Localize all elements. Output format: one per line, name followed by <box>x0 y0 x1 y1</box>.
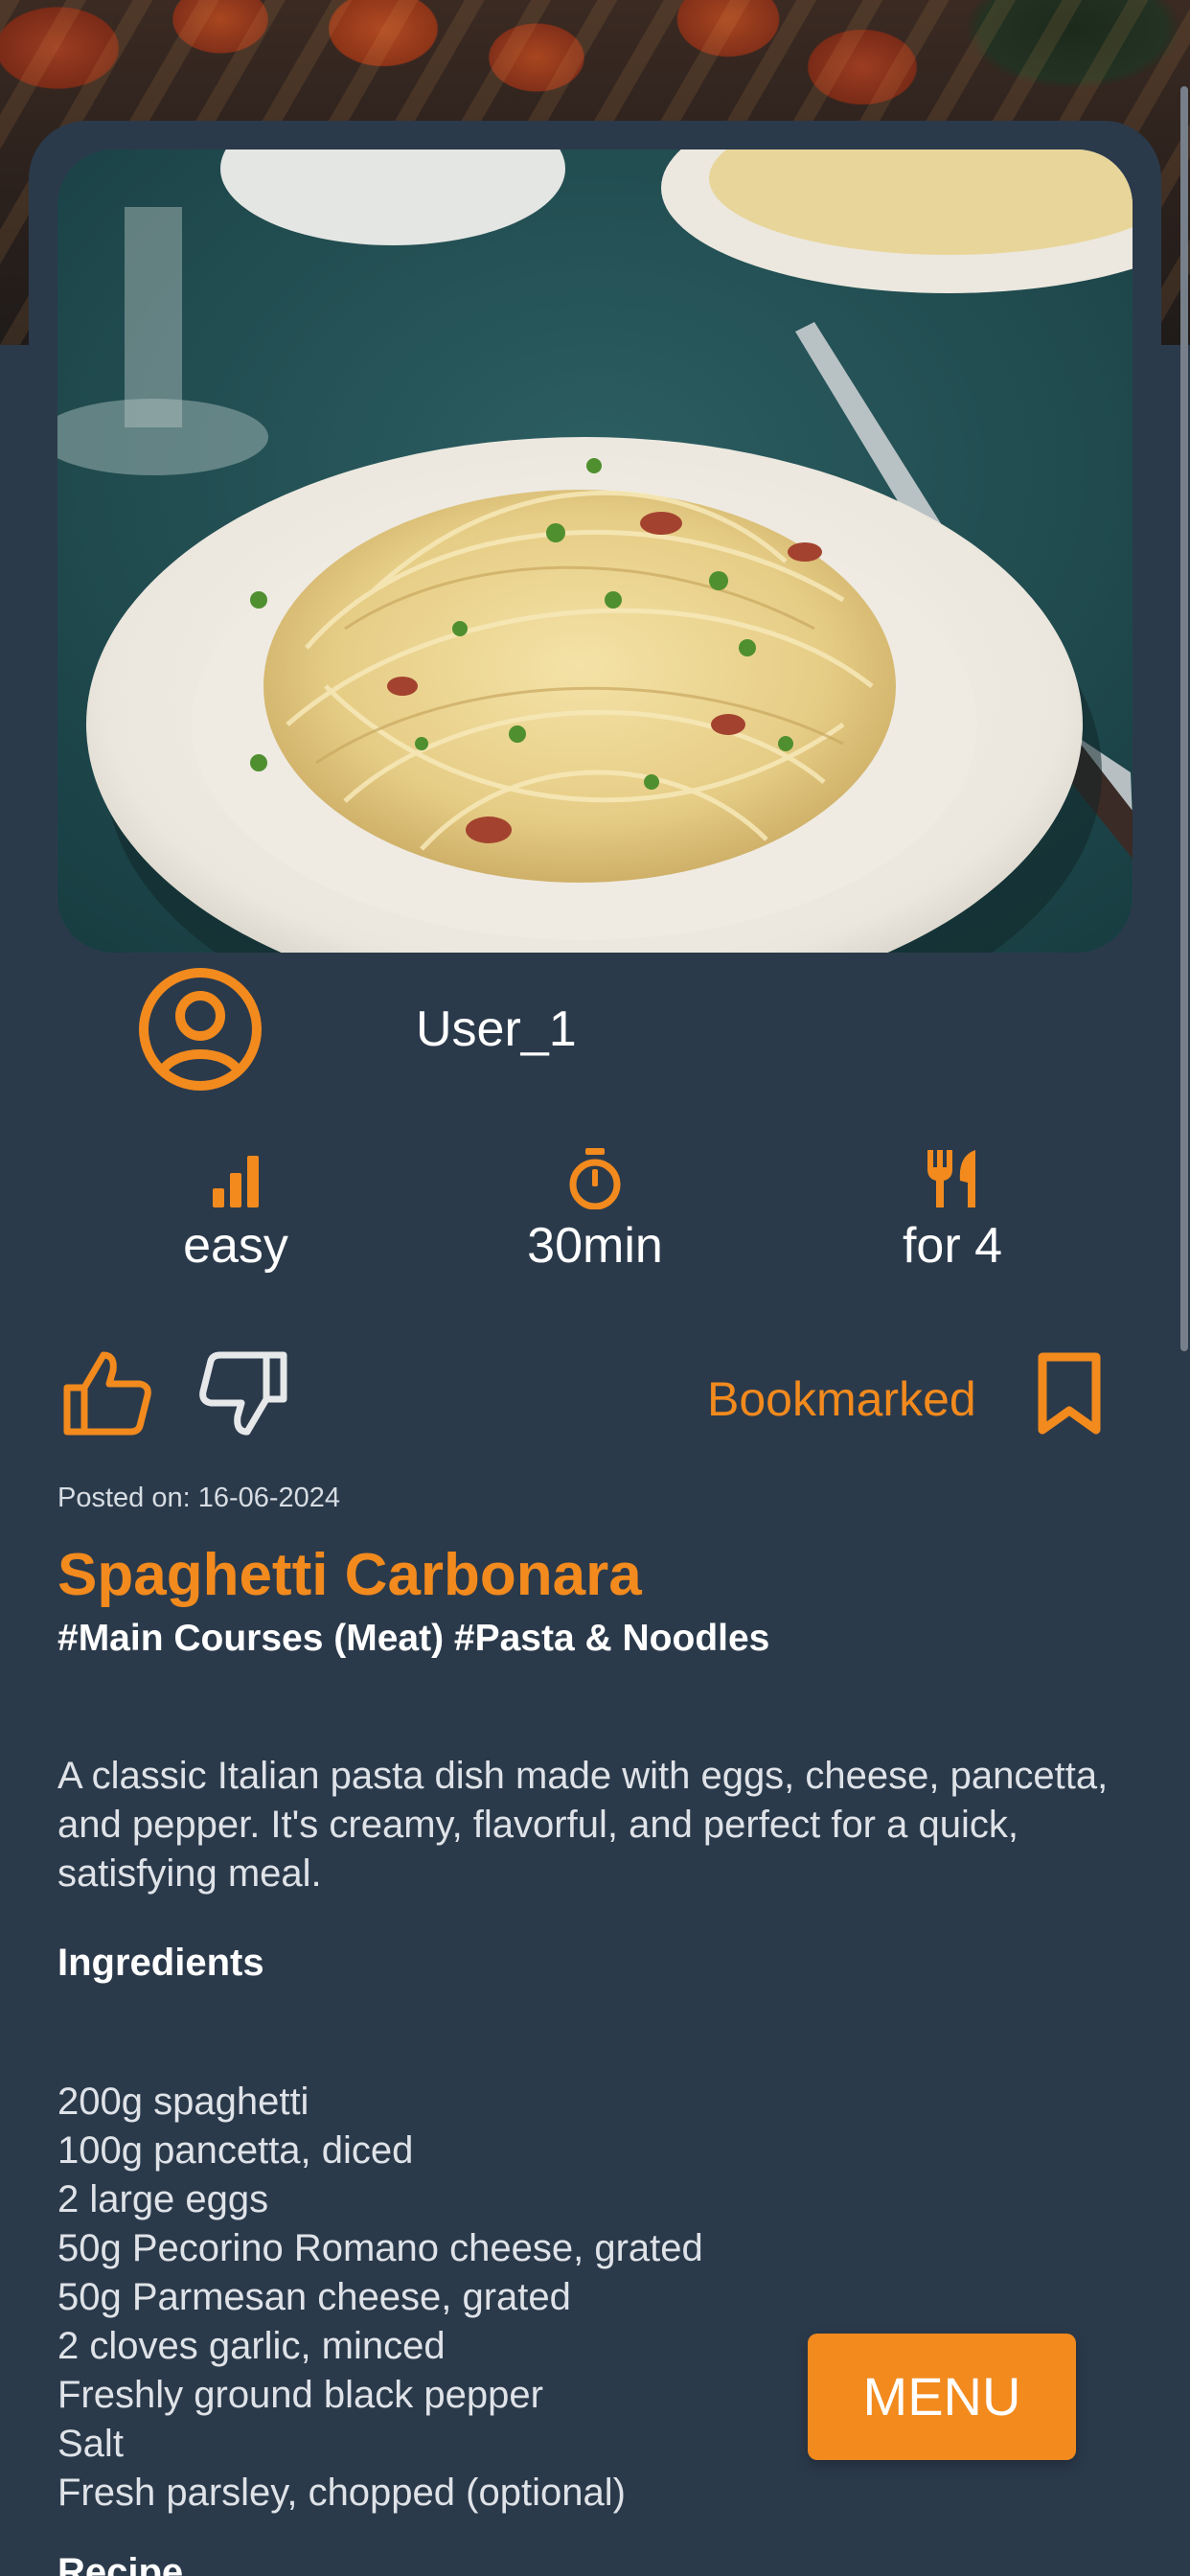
ingredient-item: 200g spaghetti <box>57 2081 309 2123</box>
difficulty-stat: easy <box>121 1148 351 1275</box>
time-stat: 30min <box>480 1148 710 1275</box>
thumbs-down-icon[interactable] <box>197 1347 289 1439</box>
bookmark-status[interactable]: Bookmarked <box>707 1370 976 1428</box>
user-circle-icon[interactable] <box>137 966 263 1092</box>
ingredient-item: Freshly ground black pepper <box>57 2374 543 2416</box>
recipe-heading: Recipe <box>57 2551 184 2576</box>
dish-photo <box>57 150 1133 953</box>
ingredients-list: 200g spaghetti 100g pancetta, diced 2 la… <box>57 2078 703 2518</box>
ingredient-item: 2 large eggs <box>57 2178 269 2220</box>
servings-value: for 4 <box>902 1218 1003 1274</box>
scrollbar[interactable] <box>1177 0 1190 2576</box>
thumbs-up-icon[interactable] <box>61 1347 153 1439</box>
servings-stat: for 4 <box>837 1148 1067 1275</box>
ingredient-item: 100g pancetta, diced <box>57 2129 414 2172</box>
ingredient-item: 50g Parmesan cheese, grated <box>57 2276 571 2318</box>
ingredients-heading: Ingredients <box>57 1942 264 1984</box>
bookmark-icon[interactable] <box>1035 1351 1104 1436</box>
stopwatch-icon <box>569 1148 621 1209</box>
recipe-tags: #Main Courses (Meat) #Pasta & Noodles <box>57 1618 770 1659</box>
signal-bars-icon <box>213 1156 259 1208</box>
author-name[interactable]: User_1 <box>416 1000 577 1058</box>
menu-button[interactable]: MENU <box>808 2334 1076 2460</box>
difficulty-value: easy <box>183 1218 288 1274</box>
ingredient-item: Salt <box>57 2423 124 2465</box>
recipe-title: Spaghetti Carbonara <box>57 1542 642 1608</box>
ingredient-item: 2 cloves garlic, minced <box>57 2325 446 2367</box>
ingredient-item: 50g Pecorino Romano cheese, grated <box>57 2227 703 2269</box>
recipe-screen: User_1 easy 30min for 4 Bookmarked Poste… <box>0 0 1190 2576</box>
scrollbar-thumb[interactable] <box>1180 86 1188 1351</box>
recipe-description: A classic Italian pasta dish made with e… <box>57 1755 1109 1895</box>
ingredient-item: Fresh parsley, chopped (optional) <box>57 2472 626 2514</box>
fork-knife-icon <box>927 1150 975 1208</box>
posted-date: Posted on: 16-06-2024 <box>57 1483 341 1513</box>
time-value: 30min <box>527 1218 663 1274</box>
